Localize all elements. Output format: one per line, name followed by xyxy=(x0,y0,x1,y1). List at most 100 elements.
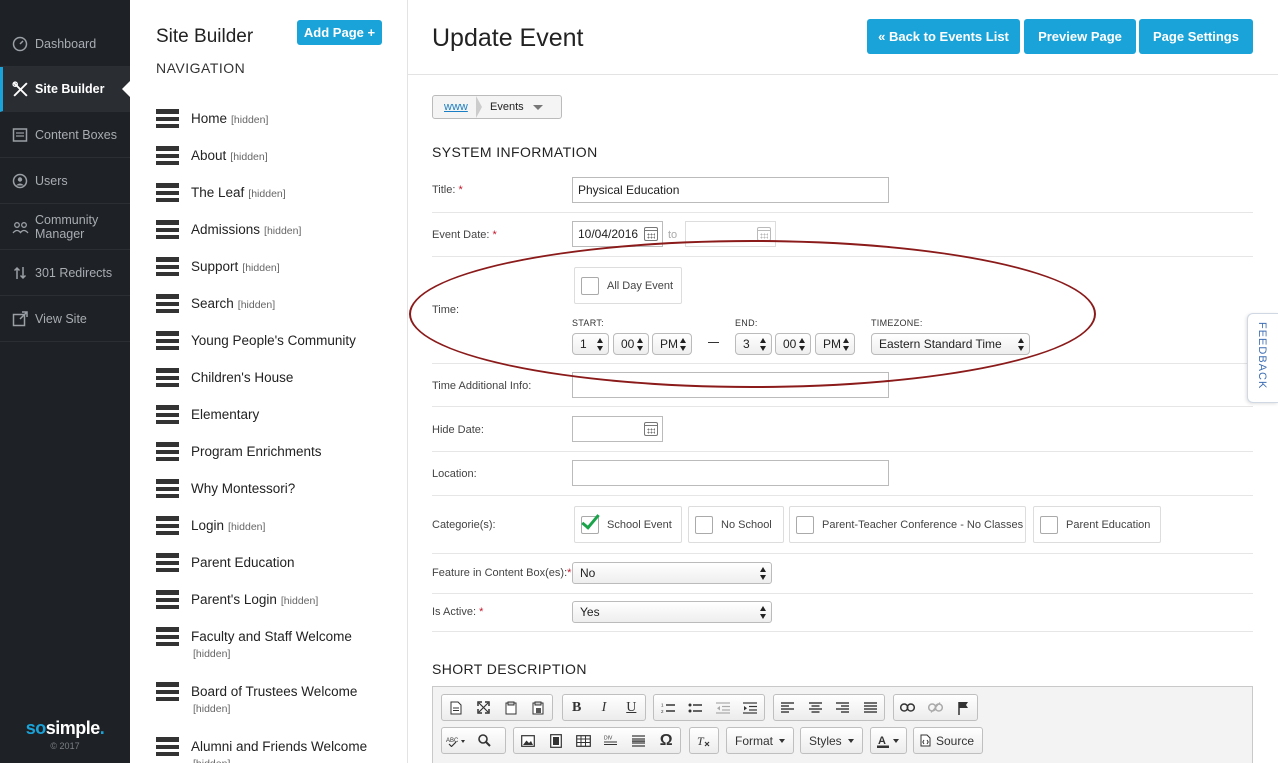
nav-page-name[interactable]: Faculty and Staff Welcome xyxy=(191,629,352,644)
nav-page-name[interactable]: Young People's Community xyxy=(191,333,356,348)
nav-page-name[interactable]: Parent's Login xyxy=(191,592,277,607)
numbered-list-icon[interactable]: 12 xyxy=(654,695,682,720)
text-color-dropdown[interactable]: A xyxy=(870,727,907,754)
checkbox-square[interactable] xyxy=(581,509,600,534)
chevron-down-icon[interactable] xyxy=(532,104,543,110)
nav-page-item[interactable]: Search [hidden] xyxy=(156,294,275,315)
remove-format-icon[interactable]: T xyxy=(690,728,718,753)
start-ampm-select[interactable]: PM xyxy=(652,333,692,355)
drag-handle-icon[interactable] xyxy=(156,331,179,350)
nav-page-item[interactable]: Parent Education xyxy=(156,553,295,572)
drag-handle-icon[interactable] xyxy=(156,516,179,535)
nav-page-item[interactable]: Home [hidden] xyxy=(156,109,268,130)
anchor-flag-icon[interactable] xyxy=(949,695,977,720)
italic-icon[interactable]: I xyxy=(590,695,617,720)
table-icon[interactable] xyxy=(569,728,597,753)
div-container-icon[interactable]: DIV xyxy=(597,728,625,753)
bulleted-list-icon[interactable] xyxy=(682,695,710,720)
indent-icon[interactable] xyxy=(737,695,765,720)
paste-word-icon[interactable] xyxy=(525,695,553,720)
flash-media-icon[interactable] xyxy=(542,728,570,753)
nav-page-item[interactable]: Children's House xyxy=(156,368,293,387)
drag-handle-icon[interactable] xyxy=(156,479,179,498)
sidebar-item-view-site[interactable]: View Site xyxy=(0,297,130,342)
nav-page-item[interactable]: Program Enrichments xyxy=(156,442,322,461)
nav-page-item[interactable]: About [hidden] xyxy=(156,146,268,167)
preview-page-button[interactable]: Preview Page xyxy=(1024,19,1136,54)
nav-page-name[interactable]: Children's House xyxy=(191,370,293,385)
breadcrumb-current[interactable]: Events xyxy=(490,101,524,113)
drag-handle-icon[interactable] xyxy=(156,627,179,646)
drag-handle-icon[interactable] xyxy=(156,405,179,424)
end-minute-select[interactable]: 00 xyxy=(775,333,811,355)
is-active-select[interactable]: Yes xyxy=(572,601,772,623)
category-school-event-checkbox[interactable]: School Event xyxy=(574,506,682,543)
feature-in-content-box-select[interactable]: No xyxy=(572,562,772,584)
sidebar-item-dashboard[interactable]: Dashboard xyxy=(0,22,130,67)
start-minute-select[interactable]: 00 xyxy=(613,333,649,355)
nav-page-name[interactable]: Alumni and Friends Welcome xyxy=(191,739,367,754)
nav-page-name[interactable]: Program Enrichments xyxy=(191,444,322,459)
category-parent-education-checkbox[interactable]: Parent Education xyxy=(1033,506,1161,543)
feedback-tab[interactable]: FEEDBACK xyxy=(1247,313,1278,403)
align-center-icon[interactable] xyxy=(802,695,830,720)
nav-page-item[interactable]: Why Montessori? xyxy=(156,479,295,498)
drag-handle-icon[interactable] xyxy=(156,442,179,461)
nav-page-name[interactable]: About xyxy=(191,148,226,163)
title-input[interactable]: Physical Education xyxy=(572,177,889,203)
drag-handle-icon[interactable] xyxy=(156,220,179,239)
end-hour-select[interactable]: 3 xyxy=(735,333,772,355)
source-button[interactable]: Source xyxy=(913,727,983,754)
time-additional-info-input[interactable] xyxy=(572,372,889,398)
paste-text-icon[interactable] xyxy=(497,695,525,720)
bold-icon[interactable]: B xyxy=(563,695,590,720)
nav-page-name[interactable]: Search xyxy=(191,296,234,311)
format-dropdown[interactable]: Format xyxy=(726,727,794,754)
nav-page-item[interactable]: The Leaf [hidden] xyxy=(156,183,286,204)
checkbox-square[interactable] xyxy=(796,515,814,534)
location-input[interactable] xyxy=(572,460,889,486)
calendar-icon[interactable] xyxy=(757,227,771,241)
nav-page-item[interactable]: Support [hidden] xyxy=(156,257,280,278)
justify-icon[interactable] xyxy=(857,695,885,720)
nav-page-item[interactable]: Young People's Community xyxy=(156,331,356,350)
start-hour-select[interactable]: 1 xyxy=(572,333,609,355)
drag-handle-icon[interactable] xyxy=(156,146,179,165)
sidebar-item-community-manager[interactable]: Community Manager xyxy=(0,205,130,250)
checkbox-square[interactable] xyxy=(695,515,713,534)
calendar-icon[interactable] xyxy=(644,422,658,436)
nav-page-name[interactable]: Home xyxy=(191,111,227,126)
unlink-icon[interactable] xyxy=(922,695,950,720)
drag-handle-icon[interactable] xyxy=(156,553,179,572)
event-end-date-input[interactable] xyxy=(685,221,776,247)
nav-page-item[interactable]: Board of Trustees Welcome [hidden] xyxy=(156,682,357,717)
nav-page-item[interactable]: Elementary xyxy=(156,405,259,424)
underline-icon[interactable]: U xyxy=(618,695,645,720)
nav-page-item[interactable]: Alumni and Friends Welcome [hidden] xyxy=(156,737,367,763)
new-page-icon[interactable] xyxy=(442,695,470,720)
nav-page-name[interactable]: Why Montessori? xyxy=(191,481,295,496)
maximize-icon[interactable] xyxy=(470,695,498,720)
nav-page-name[interactable]: Board of Trustees Welcome xyxy=(191,684,357,699)
nav-page-item[interactable]: Login [hidden] xyxy=(156,516,265,537)
all-day-event-checkbox[interactable]: All Day Event xyxy=(574,267,682,304)
drag-handle-icon[interactable] xyxy=(156,682,179,701)
spellcheck-icon[interactable]: ABC xyxy=(442,728,470,753)
sidebar-item-users[interactable]: Users xyxy=(0,159,130,204)
sidebar-item-content-boxes[interactable]: Content Boxes xyxy=(0,113,130,158)
drag-handle-icon[interactable] xyxy=(156,257,179,276)
end-ampm-select[interactable]: PM xyxy=(815,333,855,355)
nav-page-name[interactable]: Elementary xyxy=(191,407,259,422)
drag-handle-icon[interactable] xyxy=(156,183,179,202)
nav-page-name[interactable]: Parent Education xyxy=(191,555,295,570)
sidebar-item-301-redirects[interactable]: 301 Redirects xyxy=(0,251,130,296)
sidebar-item-site-builder[interactable]: Site Builder xyxy=(0,67,130,112)
nav-page-item[interactable]: Admissions [hidden] xyxy=(156,220,301,241)
find-icon[interactable] xyxy=(470,728,498,753)
nav-page-item[interactable]: Faculty and Staff Welcome [hidden] xyxy=(156,627,352,662)
nav-page-name[interactable]: The Leaf xyxy=(191,185,244,200)
align-right-icon[interactable] xyxy=(829,695,857,720)
horizontal-line-icon[interactable] xyxy=(625,728,653,753)
hide-date-input[interactable] xyxy=(572,416,663,442)
styles-dropdown[interactable]: Styles xyxy=(800,727,863,754)
